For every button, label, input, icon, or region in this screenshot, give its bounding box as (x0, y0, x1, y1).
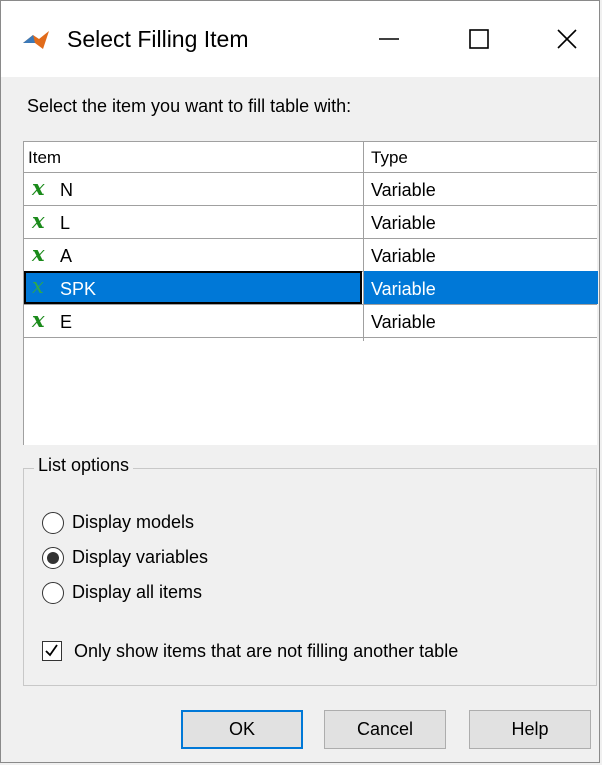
ok-button[interactable]: OK (181, 710, 303, 749)
column-divider[interactable] (363, 142, 364, 341)
variable-x-icon: x (32, 274, 44, 298)
variable-x-icon: x (32, 208, 45, 233)
radio-button[interactable] (42, 582, 64, 604)
item-type: Variable (371, 246, 436, 266)
radio-selected-dot (47, 552, 59, 564)
list-item-selected[interactable]: x SPK Variable (24, 271, 598, 305)
close-icon (557, 29, 577, 49)
list-item[interactable]: x E Variable (24, 305, 597, 338)
instruction-text: Select the item you want to fill table w… (27, 96, 352, 116)
dialog-window: Select Filling Item Select the item you … (0, 0, 600, 763)
maximize-button[interactable] (449, 13, 509, 65)
list-options-group: List options Display models Display vari… (23, 455, 597, 686)
radio-button[interactable] (42, 512, 64, 534)
list-header: Item Type (24, 142, 597, 173)
radio-label[interactable]: Display all items (72, 582, 202, 603)
item-name: L (60, 213, 71, 233)
checkbox[interactable] (42, 641, 62, 661)
minimize-icon (379, 38, 399, 40)
checkbox-label[interactable]: Only show items that are not filling ano… (74, 641, 458, 662)
item-name: A (60, 246, 73, 266)
radio-label[interactable]: Display variables (72, 547, 208, 568)
radio-label[interactable]: Display models (72, 512, 194, 533)
cancel-button[interactable]: Cancel (324, 710, 446, 749)
column-header-item[interactable]: Item (28, 142, 61, 172)
item-name: SPK (60, 279, 97, 299)
item-type: Variable (371, 180, 436, 200)
column-header-type[interactable]: Type (371, 142, 408, 172)
list-options-legend: List options (34, 455, 134, 476)
item-name: E (60, 312, 73, 332)
matlab-icon (23, 31, 49, 49)
item-type: Variable (371, 213, 436, 233)
variable-x-icon: x (32, 307, 45, 332)
item-list[interactable]: Item Type x N Variable x L Variable x A … (23, 141, 598, 445)
item-type: Variable (371, 279, 436, 299)
list-item[interactable]: x L Variable (24, 206, 597, 239)
list-item[interactable]: x N Variable (24, 173, 597, 206)
window-title: Select Filling Item (67, 26, 249, 52)
minimize-button[interactable] (359, 13, 419, 65)
radio-button[interactable] (42, 547, 64, 569)
variable-x-icon: x (32, 175, 45, 200)
item-name: N (60, 180, 73, 200)
list-item[interactable]: x A Variable (24, 239, 597, 272)
title-bar[interactable]: Select Filling Item (1, 1, 599, 77)
variable-x-icon: x (32, 241, 45, 266)
checkmark-icon (45, 644, 58, 657)
help-button[interactable]: Help (469, 710, 591, 749)
close-button[interactable] (537, 13, 597, 65)
maximize-icon (469, 29, 489, 49)
item-type: Variable (371, 312, 436, 332)
